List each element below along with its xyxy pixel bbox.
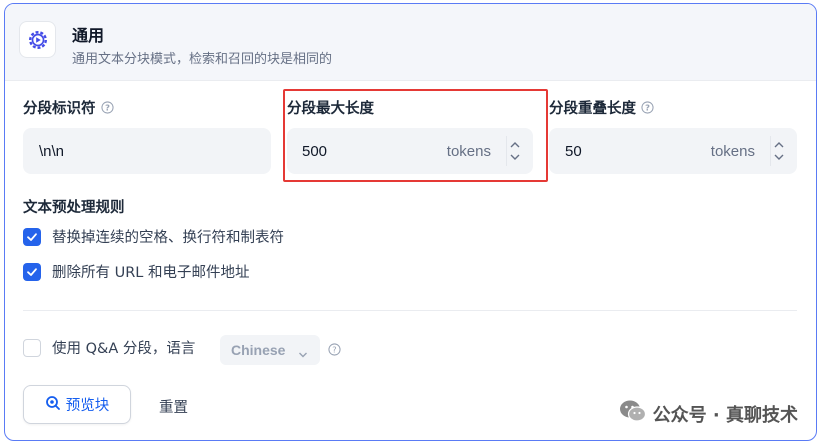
rule-label-url: 删除所有 URL 和电子邮件地址: [52, 265, 250, 281]
separator-label: 分段标识符 ?: [23, 97, 114, 118]
language-select[interactable]: Chinese: [220, 335, 320, 365]
header-title: 通用: [72, 26, 105, 45]
rule-checkbox-whitespace[interactable]: [23, 227, 41, 246]
language-value: Chinese: [231, 342, 286, 358]
overlap-unit: tokens: [710, 142, 755, 160]
section-divider: [23, 310, 797, 311]
general-mode-icon: [19, 21, 56, 58]
rule-row-whitespace[interactable]: 替换掉连续的空格、换行符和制表符: [23, 226, 284, 247]
highlight-box: [283, 89, 548, 182]
svg-text:?: ?: [645, 102, 650, 112]
card-header: 通用 通用文本分块模式，检索和召回的块是相同的: [5, 4, 816, 81]
chevron-down-icon: [298, 346, 308, 362]
help-icon[interactable]: ?: [641, 101, 654, 114]
help-icon[interactable]: ?: [328, 343, 341, 356]
wechat-icon: [619, 399, 647, 428]
preprocessing-title: 文本预处理规则: [23, 200, 125, 216]
qa-label: 使用 Q&A 分段，语言: [52, 341, 196, 357]
chunk-settings-card: 通用 通用文本分块模式，检索和召回的块是相同的 分段标识符 ? \n\n 分段最…: [4, 3, 817, 441]
rule-label-whitespace: 替换掉连续的空格、换行符和制表符: [52, 230, 284, 246]
help-icon[interactable]: ?: [100, 101, 114, 114]
preview-button-label: 预览块: [65, 398, 110, 414]
header-description: 通用文本分块模式，检索和召回的块是相同的: [72, 52, 333, 67]
qa-row[interactable]: 使用 Q&A 分段，语言: [23, 337, 195, 358]
overlap-stepper[interactable]: [770, 132, 788, 170]
svg-text:?: ?: [105, 102, 110, 112]
rule-row-url[interactable]: 删除所有 URL 和电子邮件地址: [23, 261, 249, 282]
reset-button[interactable]: 重置: [159, 396, 188, 417]
qa-checkbox[interactable]: [23, 338, 41, 357]
rule-checkbox-url[interactable]: [23, 262, 41, 281]
separator-value: \n\n: [39, 142, 65, 160]
watermark-text: 公众号 · 真聊技术: [652, 404, 798, 426]
overlap-label: 分段重叠长度 ?: [549, 97, 654, 118]
overlap-value: 50: [565, 142, 582, 160]
preview-button[interactable]: 预览块: [23, 385, 131, 424]
search-icon: [45, 395, 61, 415]
overlap-input[interactable]: 50 tokens: [549, 128, 797, 174]
watermark: 公众号 · 真聊技术: [619, 399, 798, 428]
svg-text:?: ?: [332, 344, 336, 354]
separator-input[interactable]: \n\n: [23, 128, 271, 174]
